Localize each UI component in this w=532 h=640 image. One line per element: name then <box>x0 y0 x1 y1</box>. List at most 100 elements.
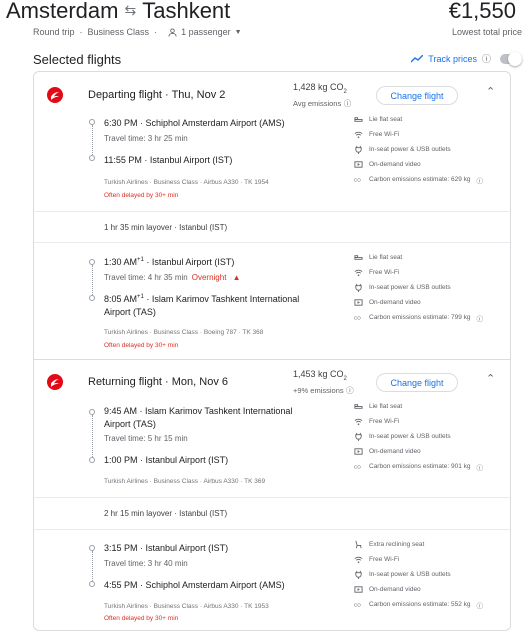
change-returning-button[interactable]: Change flight <box>376 373 458 392</box>
amenity-label: Lie flat seat <box>369 254 403 261</box>
total-price: €1,550 <box>448 0 516 23</box>
travel-time-text: Travel time: 3 hr 40 min <box>104 559 188 568</box>
arrival-stop: 4:55 PM · Schiphol Amsterdam Airport (AM… <box>104 580 285 590</box>
arrival-airport: Istanbul Airport (IST) <box>149 155 233 165</box>
amenity-power: In-seat power & USB outlets <box>354 567 504 582</box>
toggle-knob <box>508 51 522 66</box>
layover-text: 2 hr 15 min layover · Istanbul (IST) <box>104 509 228 518</box>
amenity-video: On-demand video <box>354 444 504 459</box>
amenity-label: Free Wi-Fi <box>369 131 400 138</box>
amenity-label: Carbon emissions estimate: 552 kg <box>369 601 471 608</box>
svg-text:CO: CO <box>354 602 361 607</box>
info-icon[interactable]: ⓘ <box>477 175 484 185</box>
co2-icon: CO <box>354 177 361 182</box>
arrival-stop: 8:05 AM+1 · Islam Karimov Tashkent Inter… <box>104 294 300 317</box>
arrival-airport: Istanbul Airport (IST) <box>145 455 229 465</box>
departure-time: 3:15 PM <box>104 543 138 553</box>
power-plug-icon <box>355 145 362 154</box>
amenity-wifi: Free Wi-Fi <box>354 127 504 142</box>
amenity-wifi: Free Wi-Fi <box>354 414 504 429</box>
trip-type[interactable]: Round trip <box>33 27 75 37</box>
travel-time: Travel time: 4 hr 35 min Overnight ▲ <box>104 273 241 282</box>
leg-divider <box>34 359 510 360</box>
departure-airport: Istanbul Airport (IST) <box>145 543 229 553</box>
amenity-wifi: Free Wi-Fi <box>354 552 504 567</box>
amenities-list: Lie flat seat Free Wi-Fi In-seat power &… <box>354 250 504 325</box>
power-plug-icon <box>355 570 362 579</box>
departure-airport: Istanbul Airport (IST) <box>151 257 235 267</box>
arrival-time: 11:55 PM <box>104 155 142 165</box>
route-title: Amsterdam ⇆ Tashkent <box>6 0 230 24</box>
info-icon[interactable]: ⓘ <box>482 52 491 65</box>
chevron-up-icon[interactable]: ⌃ <box>486 85 495 98</box>
amenity-label: In-seat power & USB outlets <box>369 146 451 153</box>
amenity-emissions: CO Carbon emissions estimate: 901 kg ⓘ <box>354 459 504 474</box>
timeline-dot <box>89 457 95 463</box>
timeline-dot <box>89 155 95 161</box>
departure-stop: 9:45 AM · Islam Karimov Tashkent Interna… <box>104 406 293 429</box>
destination-city: Tashkent <box>142 0 231 23</box>
info-icon[interactable]: ⓘ <box>477 600 484 610</box>
power-plug-icon <box>355 283 362 292</box>
price-note: Lowest total price <box>451 27 522 37</box>
co2-icon: CO <box>354 315 361 320</box>
lie-flat-seat-icon <box>354 255 363 260</box>
info-icon[interactable]: ⓘ <box>477 313 484 323</box>
flight-details: Turkish Airlines · Business Class · Airb… <box>104 478 266 485</box>
amenity-label: Extra reclining seat <box>369 541 425 548</box>
amenity-video: On-demand video <box>354 157 504 172</box>
timeline-dot <box>89 581 95 587</box>
amenities-list: Lie flat seat Free Wi-Fi In-seat power &… <box>354 399 504 474</box>
delay-warning: Often delayed by 30+ min <box>104 192 179 199</box>
departure-stop: 3:15 PM · Istanbul Airport (IST) <box>104 543 229 553</box>
departure-airport: Schiphol Amsterdam Airport (AMS) <box>145 118 285 128</box>
person-icon <box>168 27 177 37</box>
flight-details: Turkish Airlines · Business Class · Boei… <box>104 329 264 336</box>
travel-time-text: Travel time: 3 hr 25 min <box>104 134 188 143</box>
arrival-airport: Schiphol Amsterdam Airport (AMS) <box>145 580 285 590</box>
travel-time-text: Travel time: 5 hr 15 min <box>104 434 188 443</box>
change-departing-button[interactable]: Change flight <box>376 86 458 105</box>
timeline-line <box>92 551 93 581</box>
amenity-label: Lie flat seat <box>369 116 403 123</box>
timeline-dot <box>89 295 95 301</box>
amenity-emissions: CO Carbon emissions estimate: 799 kg ⓘ <box>354 310 504 325</box>
wifi-icon <box>354 418 363 426</box>
warning-icon: ▲ <box>232 273 241 282</box>
co2-subscript: 2 <box>343 88 347 95</box>
timeline-line <box>92 265 93 295</box>
info-icon[interactable]: ⓘ <box>346 386 354 395</box>
amenity-emissions: CO Carbon emissions estimate: 629 kg ⓘ <box>354 172 504 187</box>
amenity-label: Free Wi-Fi <box>369 556 400 563</box>
separator-dot: · <box>79 27 83 37</box>
arrival-time: 1:00 PM <box>104 455 138 465</box>
day-offset: +1 <box>137 257 144 263</box>
amenity-label: Carbon emissions estimate: 901 kg <box>369 463 471 470</box>
track-prices-toggle[interactable] <box>500 51 522 66</box>
info-icon[interactable]: ⓘ <box>477 462 484 472</box>
wifi-icon <box>354 269 363 277</box>
info-icon[interactable]: ⓘ <box>344 99 352 108</box>
travel-time: Travel time: 3 hr 40 min <box>104 559 188 568</box>
chevron-up-icon[interactable]: ⌃ <box>486 372 495 385</box>
wifi-icon <box>354 131 363 139</box>
co2-icon: CO <box>354 464 361 469</box>
returning-title: Returning flight · Mon, Nov 6 <box>88 376 229 388</box>
departing-header: Departing flight · Thu, Nov 2 1,428 kg C… <box>34 74 510 114</box>
track-prices[interactable]: Track prices ⓘ <box>411 51 522 66</box>
layover-text: 1 hr 35 min layover · Istanbul (IST) <box>104 222 228 232</box>
cabin-class[interactable]: Business Class <box>88 27 150 37</box>
amenity-seat: Lie flat seat <box>354 250 504 265</box>
amenity-seat: Extra reclining seat <box>354 537 504 552</box>
departure-stop: 1:30 AM+1 · Istanbul Airport (IST) <box>104 257 235 267</box>
amenities-list: Extra reclining seat Free Wi-Fi In-seat … <box>354 537 504 612</box>
passenger-selector[interactable]: 1 passenger ▼ <box>168 27 242 37</box>
selected-flights-card: Departing flight · Thu, Nov 2 1,428 kg C… <box>33 71 511 631</box>
swap-arrows-icon: ⇆ <box>124 2 137 18</box>
lie-flat-seat-icon <box>354 117 363 122</box>
chevron-down-icon: ▼ <box>234 28 242 36</box>
amenity-label: On-demand video <box>369 448 421 455</box>
emissions-note: +9% emissions <box>293 385 344 395</box>
video-icon <box>354 448 363 455</box>
emissions-value: 1,453 kg CO <box>293 369 344 379</box>
